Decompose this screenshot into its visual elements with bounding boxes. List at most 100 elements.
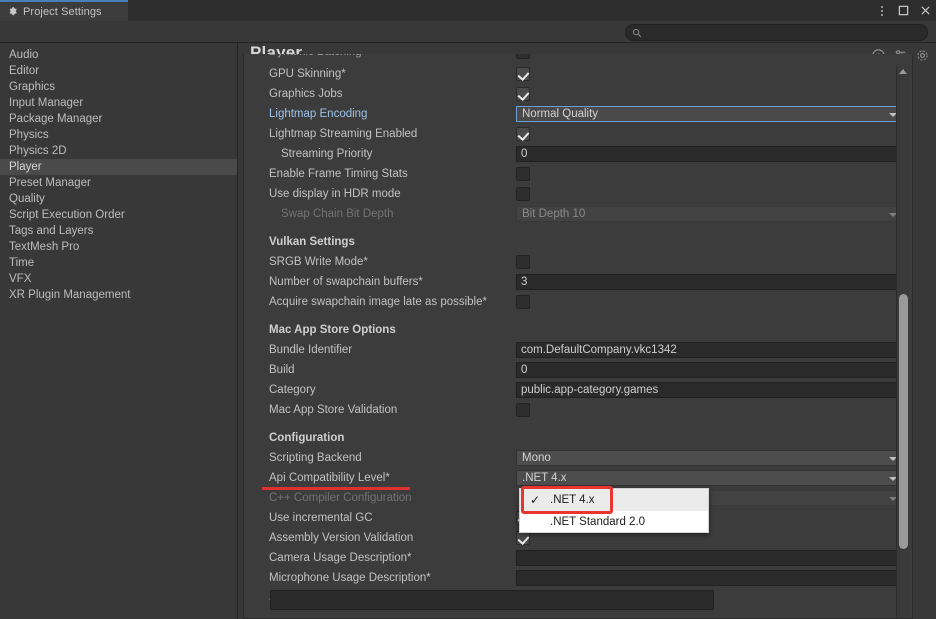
- settings-gear-icon[interactable]: [916, 49, 929, 62]
- sidebar-item-editor[interactable]: Editor: [0, 63, 237, 79]
- sidebar-item-graphics[interactable]: Graphics: [0, 79, 237, 95]
- setting-label-graphics-jobs: Graphics Jobs: [244, 88, 516, 100]
- setting-label-scripting-backend: Scripting Backend: [244, 452, 516, 464]
- dropdown-lightmap-encoding[interactable]: Normal Quality: [516, 106, 903, 122]
- scrollbar-thumb[interactable]: [899, 294, 908, 549]
- setting-field-graphics-jobs: [516, 84, 913, 104]
- setting-row-number-of-swapchain-buffers: Number of swapchain buffers*3: [244, 272, 913, 292]
- input-number-of-swapchain-buffers[interactable]: 3: [516, 274, 903, 290]
- popup-option--net-4-x[interactable]: ✓.NET 4.x: [520, 489, 708, 511]
- checkbox-graphics-jobs[interactable]: [516, 87, 530, 101]
- input-camera-usage-description[interactable]: [516, 550, 903, 566]
- sidebar-item-preset-manager[interactable]: Preset Manager: [0, 175, 237, 191]
- checkbox-use-display-in-hdr-mode[interactable]: [516, 187, 530, 201]
- popup-option--net-standard-2-0[interactable]: .NET Standard 2.0: [520, 511, 708, 533]
- input-microphone-usage-description[interactable]: [516, 570, 903, 586]
- input-category[interactable]: public.app-category.games: [516, 382, 903, 398]
- setting-row-srgb-write-mode: SRGB Write Mode*: [244, 252, 913, 272]
- setting-label-c++-compiler-configuration: C++ Compiler Configuration: [244, 492, 516, 504]
- vertical-scrollbar[interactable]: [896, 66, 909, 619]
- more-options-button[interactable]: [875, 4, 888, 17]
- setting-row-mac-app-store-options: Mac App Store Options: [244, 320, 913, 340]
- checkbox-gpu-skinning[interactable]: [516, 67, 530, 81]
- search-box[interactable]: [625, 24, 928, 41]
- setting-label-srgb-write-mode: SRGB Write Mode*: [244, 256, 516, 268]
- sidebar-item-audio[interactable]: Audio: [0, 47, 237, 63]
- title-bar: Project Settings: [0, 0, 936, 21]
- close-button[interactable]: [919, 4, 932, 17]
- setting-field-microphone-usage-description: [516, 568, 913, 588]
- checkbox-srgb-write-mode[interactable]: [516, 255, 530, 269]
- dropdown-scripting-backend[interactable]: Mono: [516, 450, 903, 466]
- setting-field-configuration: [516, 428, 913, 448]
- setting-label-streaming-priority: Streaming Priority: [244, 148, 516, 160]
- sidebar-item-vfx[interactable]: VFX: [0, 271, 237, 287]
- setting-label-use-incremental-gc: Use incremental GC: [244, 512, 516, 524]
- checkbox-mac-app-store-validation[interactable]: [516, 403, 530, 417]
- project-settings-window: Project Settings AudioEditorGraphicsInpu…: [0, 0, 936, 619]
- dropdown-api-compatibility-level[interactable]: .NET 4.x: [516, 470, 903, 486]
- setting-label-mac-app-store-options: Mac App Store Options: [244, 324, 516, 336]
- sidebar-item-quality[interactable]: Quality: [0, 191, 237, 207]
- dropdown-value-swap-chain-bit-depth: Bit Depth 10: [522, 208, 585, 220]
- checkbox-assembly-version-validation[interactable]: [516, 531, 530, 545]
- setting-field-api-compatibility-level: .NET 4.x: [516, 468, 913, 488]
- setting-row-streaming-priority: Streaming Priority0: [244, 144, 913, 164]
- row-spacer: [244, 224, 913, 232]
- setting-field-scripting-define-symbols: [516, 588, 913, 608]
- checkbox-dynamic-batching[interactable]: [516, 54, 530, 59]
- search-bar-strip: [0, 21, 936, 43]
- sidebar-item-physics[interactable]: Physics: [0, 127, 237, 143]
- setting-field-mac-app-store-validation: [516, 400, 913, 420]
- setting-row-api-compatibility-level: Api Compatibility Level*.NET 4.x: [244, 468, 913, 488]
- setting-field-bundle-identifier: com.DefaultCompany.vkc1342: [516, 340, 913, 360]
- setting-label-mac-app-store-validation: Mac App Store Validation: [244, 404, 516, 416]
- setting-label-lightmap-encoding: Lightmap Encoding: [244, 108, 516, 120]
- annotation-underline: [262, 487, 410, 490]
- sidebar-item-xr-plugin-management[interactable]: XR Plugin Management: [0, 287, 237, 303]
- scroll-up-arrow[interactable]: [899, 69, 908, 77]
- setting-field-lightmap-encoding: Normal Quality: [516, 104, 913, 124]
- sidebar-item-time[interactable]: Time: [0, 255, 237, 271]
- dropdown-swap-chain-bit-depth[interactable]: Bit Depth 10: [516, 206, 903, 222]
- sidebar-item-textmesh-pro[interactable]: TextMesh Pro: [0, 239, 237, 255]
- input-streaming-priority[interactable]: 0: [516, 146, 903, 162]
- setting-field-gpu-skinning: [516, 64, 913, 84]
- sidebar-item-physics-2d[interactable]: Physics 2D: [0, 143, 237, 159]
- checkbox-enable-frame-timing-stats[interactable]: [516, 167, 530, 181]
- setting-label-lightmap-streaming-enabled: Lightmap Streaming Enabled: [244, 128, 516, 140]
- sidebar-item-package-manager[interactable]: Package Manager: [0, 111, 237, 127]
- setting-field-use-display-in-hdr-mode: [516, 184, 913, 204]
- textarea-scripting-define-symbols[interactable]: [270, 590, 714, 610]
- setting-label-number-of-swapchain-buffers: Number of swapchain buffers*: [244, 276, 516, 288]
- tab-label: Project Settings: [23, 6, 102, 18]
- setting-row-lightmap-encoding: Lightmap EncodingNormal Quality: [244, 104, 913, 124]
- setting-row-category: Categorypublic.app-category.games: [244, 380, 913, 400]
- sidebar-item-tags-and-layers[interactable]: Tags and Layers: [0, 223, 237, 239]
- setting-row-build: Build0: [244, 360, 913, 380]
- search-input[interactable]: [646, 27, 921, 39]
- setting-field-enable-frame-timing-stats: [516, 164, 913, 184]
- setting-label-assembly-version-validation: Assembly Version Validation: [244, 532, 516, 544]
- maximize-button[interactable]: [897, 4, 910, 17]
- checkbox-lightmap-streaming-enabled[interactable]: [516, 127, 530, 141]
- sidebar-item-player[interactable]: Player: [0, 159, 237, 175]
- input-bundle-identifier[interactable]: com.DefaultCompany.vkc1342: [516, 342, 903, 358]
- tab-project-settings[interactable]: Project Settings: [0, 0, 128, 21]
- api-compatibility-dropdown-popup[interactable]: ✓.NET 4.x.NET Standard 2.0: [519, 488, 709, 533]
- setting-row-swap-chain-bit-depth: Swap Chain Bit DepthBit Depth 10: [244, 204, 913, 224]
- setting-field-vulkan-settings: [516, 232, 913, 252]
- setting-field-build: 0: [516, 360, 913, 380]
- check-icon: ✓: [526, 493, 544, 507]
- dropdown-value-api-compatibility-level: .NET 4.x: [522, 472, 567, 484]
- setting-field-acquire-swapchain-image-late-as-possible: [516, 292, 913, 312]
- setting-label-acquire-swapchain-image-late-as-possible: Acquire swapchain image late as possible…: [244, 296, 516, 308]
- setting-field-swap-chain-bit-depth: Bit Depth 10: [516, 204, 913, 224]
- checkbox-acquire-swapchain-image-late-as-possible[interactable]: [516, 295, 530, 309]
- setting-label-configuration: Configuration: [244, 432, 516, 444]
- sidebar-item-input-manager[interactable]: Input Manager: [0, 95, 237, 111]
- input-build[interactable]: 0: [516, 362, 903, 378]
- row-spacer: [244, 312, 913, 320]
- sidebar-item-script-execution-order[interactable]: Script Execution Order: [0, 207, 237, 223]
- setting-label-microphone-usage-description: Microphone Usage Description*: [244, 572, 516, 584]
